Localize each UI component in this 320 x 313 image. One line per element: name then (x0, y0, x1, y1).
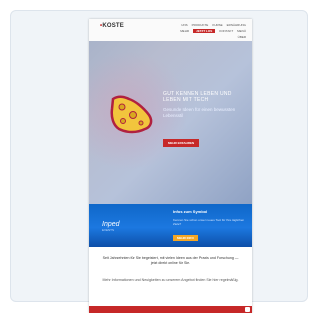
cheese-icon (110, 95, 153, 134)
promo-band: Inped EVENTS Infos zum Symbol Kennen Sie … (89, 204, 252, 247)
promo-body: Kennen Sie schon unser neues Tool für Ih… (173, 218, 245, 226)
nav-cta-button[interactable]: JETZT LOS (193, 29, 216, 33)
hero-section: GUT KENNEN LEBEN UND LEBEN MIT TECH Gesu… (89, 41, 252, 204)
site-header: •KOSTE UNS PRODUKTE KURSE ERNÄHRUNG MEHR… (89, 19, 252, 42)
website-preview[interactable]: •KOSTE UNS PRODUKTE KURSE ERNÄHRUNG MEHR… (89, 19, 252, 313)
nav-item[interactable]: MENÜ (237, 29, 246, 33)
hero-title: GUT KENNEN LEBEN UND LEBEN MIT TECH (163, 91, 232, 103)
promo-heading: Infos zum Symbol (173, 209, 208, 214)
hero-cta-button[interactable]: MEHR ERFAHREN (163, 139, 200, 147)
nav-item[interactable]: KURSE (212, 23, 222, 27)
hero-text: GUT KENNEN LEBEN UND LEBEN MIT TECH Gesu… (163, 91, 243, 119)
scroll-top-icon[interactable] (245, 307, 250, 312)
main-nav: UNS PRODUKTE KURSE ERNÄHRUNG MEHR JETZT … (174, 23, 246, 39)
promo-button[interactable]: MEHR INFO (173, 235, 198, 241)
partner-logo[interactable]: Inped EVENTS (102, 221, 120, 232)
intro-paragraph: Seit Jahrzehnten für Sie begeistert, mit… (102, 256, 239, 265)
nav-item[interactable]: UNS (181, 23, 187, 27)
promo-text: Infos zum Symbol Kennen Sie schon unser … (173, 209, 247, 226)
nav-item[interactable]: MEHR (180, 29, 189, 33)
preview-card: •KOSTE UNS PRODUKTE KURSE ERNÄHRUNG MEHR… (10, 10, 308, 313)
nav-item[interactable]: ERNÄHRUNG (227, 23, 246, 27)
intro-paragraph-secondary: Mehr Informationen und Neuigkeiten zu un… (102, 278, 239, 282)
hero-subtitle: Gesunde Ideen für einen bewussten Lebens… (163, 107, 236, 118)
intro-section: Seit Jahrzehnten für Sie begeistert, mit… (89, 247, 252, 299)
site-logo[interactable]: •KOSTE (100, 23, 124, 29)
nav-item[interactable]: KONTAKT (219, 29, 233, 33)
nav-item[interactable]: PRODUKTE (192, 23, 209, 27)
nav-item[interactable]: ÜBER (238, 35, 246, 39)
footer-bar (89, 306, 252, 313)
